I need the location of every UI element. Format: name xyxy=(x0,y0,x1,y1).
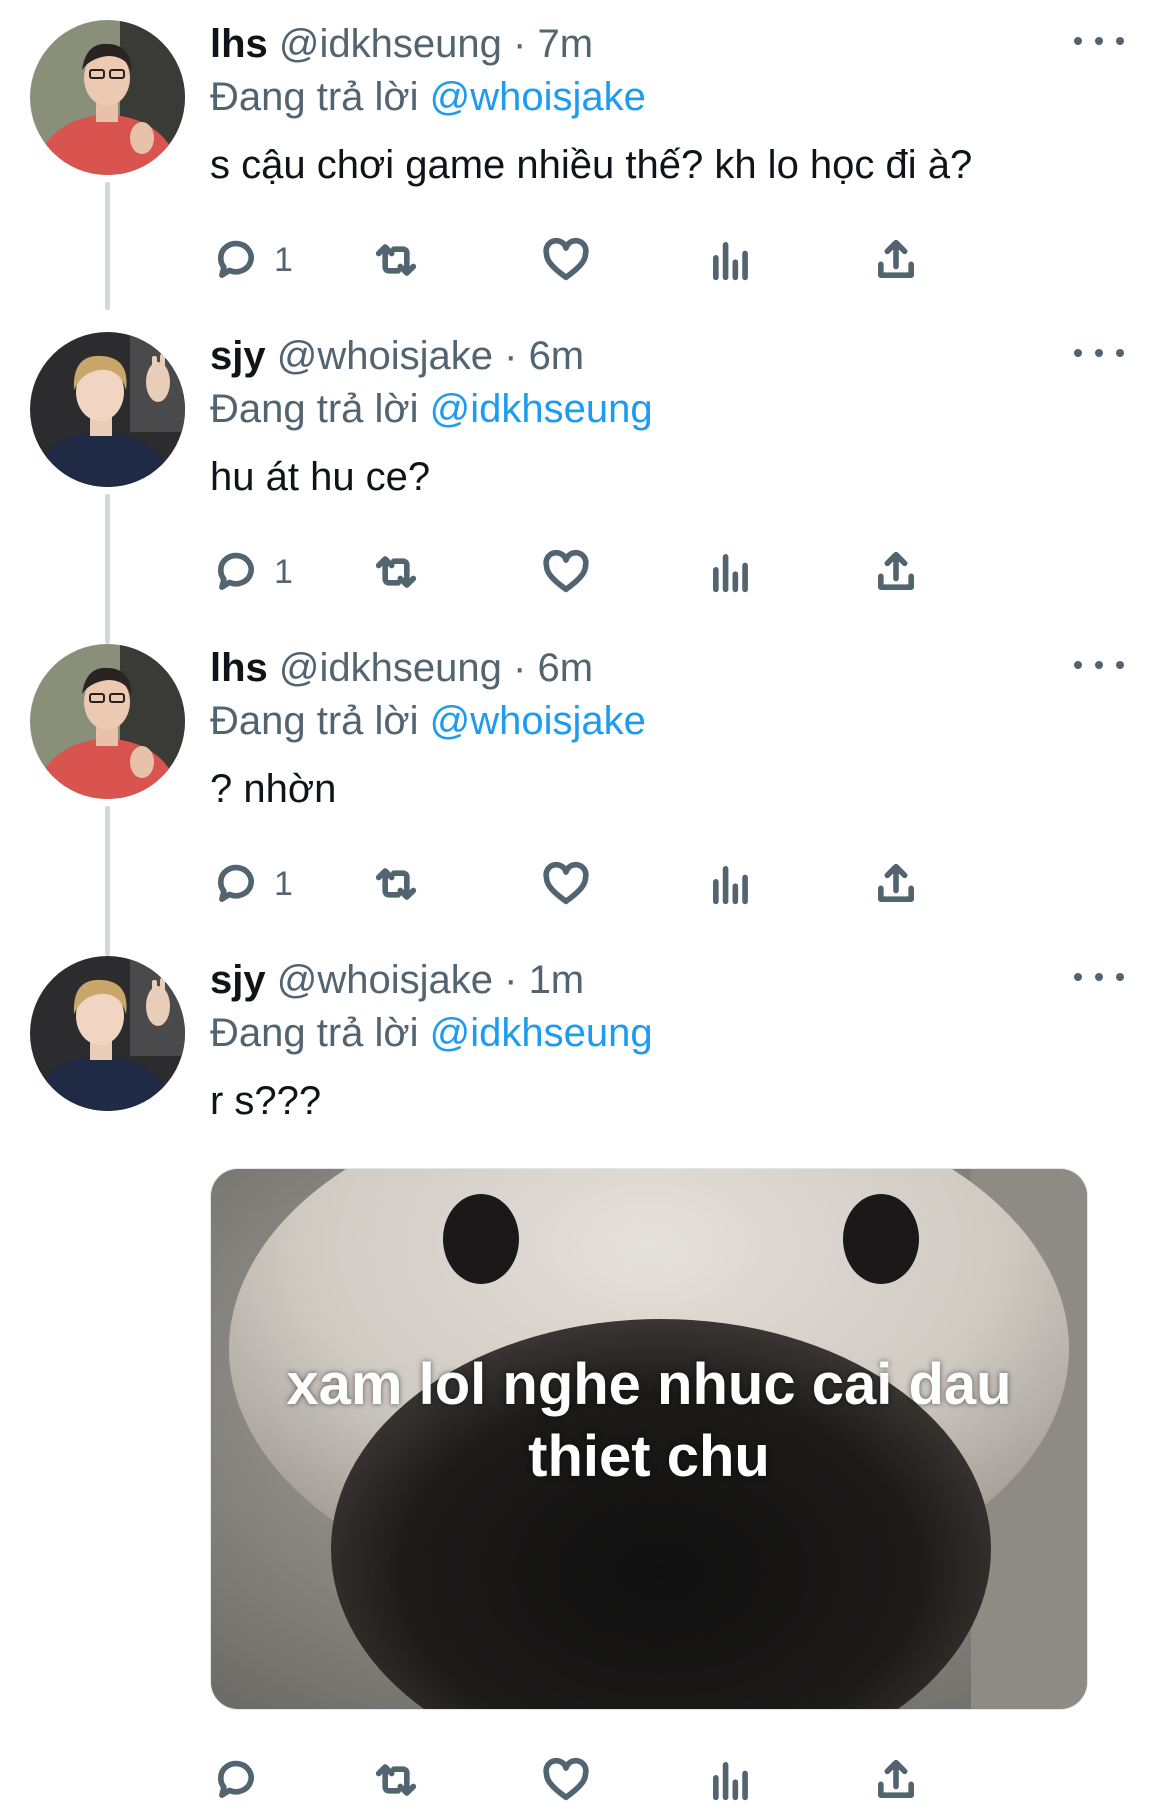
share-button[interactable] xyxy=(870,854,922,914)
share-icon xyxy=(878,1759,914,1798)
tweet-media[interactable]: xam lol nghe nhuc cai dau thiet chu xyxy=(210,1168,1088,1710)
retweet-button[interactable] xyxy=(370,230,422,290)
retweet-button[interactable] xyxy=(370,854,422,914)
mention-link[interactable]: @whoisjake xyxy=(430,75,646,119)
meme-caption-line1: xam lol nghe nhuc cai dau xyxy=(286,1352,1012,1417)
retweet-icon xyxy=(375,244,417,276)
more-icon[interactable] xyxy=(1074,338,1124,368)
replying-prefix: Đang trả lời xyxy=(210,75,419,119)
mention-link[interactable]: @idkhseung xyxy=(430,387,653,431)
replying-to: Đang trả lời @idkhseung xyxy=(210,1008,1129,1058)
replying-prefix: Đang trả lời xyxy=(210,387,419,431)
separator-dot: · xyxy=(504,958,518,1002)
replying-prefix: Đang trả lời xyxy=(210,699,419,743)
retweet-button[interactable] xyxy=(370,542,422,602)
timestamp[interactable]: 1m xyxy=(529,958,585,1002)
more-icon[interactable] xyxy=(1074,962,1124,992)
views-icon xyxy=(713,866,748,905)
reply-button[interactable]: 1 xyxy=(210,854,293,914)
reply-icon xyxy=(218,240,254,278)
more-icon[interactable] xyxy=(1074,26,1124,56)
like-icon xyxy=(543,549,589,593)
share-icon xyxy=(878,863,914,902)
thread-line xyxy=(105,806,110,956)
more-icon[interactable] xyxy=(1074,650,1124,680)
author-name[interactable]: lhs xyxy=(210,646,268,690)
author-handle[interactable]: @idkhseung xyxy=(279,646,502,690)
timestamp[interactable]: 7m xyxy=(537,22,593,66)
like-button[interactable] xyxy=(540,1750,592,1810)
action-bar: 1 xyxy=(210,854,1030,914)
avatar[interactable] xyxy=(30,644,185,799)
views-icon xyxy=(713,554,748,593)
like-icon xyxy=(543,1757,589,1801)
share-icon xyxy=(878,551,914,590)
author-name[interactable]: sjy xyxy=(210,958,266,1002)
separator-dot: · xyxy=(513,22,527,66)
mention-link[interactable]: @idkhseung xyxy=(430,1011,653,1055)
separator-dot: · xyxy=(513,646,527,690)
avatar[interactable] xyxy=(30,20,185,175)
meme-caption-line2: thiet chu xyxy=(528,1424,770,1489)
action-bar: 1 xyxy=(210,230,1030,290)
retweet-icon xyxy=(375,1764,417,1796)
share-button[interactable] xyxy=(870,542,922,602)
share-button[interactable] xyxy=(870,230,922,290)
thread-line xyxy=(105,494,110,644)
views-button[interactable] xyxy=(705,854,757,914)
tweet-text: s cậu chơi game nhiều thế? kh lo học đi … xyxy=(210,143,973,187)
action-bar: 1 xyxy=(210,542,1030,602)
reply-icon xyxy=(218,552,254,590)
like-icon xyxy=(543,861,589,905)
reply-count: 1 xyxy=(274,240,293,279)
timestamp[interactable]: 6m xyxy=(537,646,593,690)
mention-link[interactable]: @whoisjake xyxy=(430,699,646,743)
avatar[interactable] xyxy=(30,956,185,1111)
action-bar xyxy=(210,1750,1030,1810)
reply-button[interactable]: 1 xyxy=(210,230,293,290)
reply-count: 1 xyxy=(274,864,293,903)
avatar[interactable] xyxy=(30,332,185,487)
replying-to: Đang trả lời @whoisjake xyxy=(210,72,1129,122)
author-name[interactable]: sjy xyxy=(210,334,266,378)
views-button[interactable] xyxy=(705,230,757,290)
share-button[interactable] xyxy=(870,1750,922,1810)
like-button[interactable] xyxy=(540,542,592,602)
like-icon xyxy=(543,237,589,281)
reply-icon xyxy=(218,864,254,902)
replying-to: Đang trả lời @whoisjake xyxy=(210,696,1129,746)
author-handle[interactable]: @whoisjake xyxy=(277,334,493,378)
retweet-icon xyxy=(375,556,417,588)
like-button[interactable] xyxy=(540,854,592,914)
views-button[interactable] xyxy=(705,542,757,602)
tweet-text: r s??? xyxy=(210,1079,322,1123)
author-handle[interactable]: @idkhseung xyxy=(279,22,502,66)
tweet-text: ? nhờn xyxy=(210,767,337,811)
reply-button[interactable]: 1 xyxy=(210,542,293,602)
tweet-text: hu át hu ce? xyxy=(210,455,431,499)
reply-count: 1 xyxy=(274,552,293,591)
views-icon xyxy=(713,242,748,281)
separator-dot: · xyxy=(504,334,518,378)
replying-prefix: Đang trả lời xyxy=(210,1011,419,1055)
author-name[interactable]: lhs xyxy=(210,22,268,66)
retweet-button[interactable] xyxy=(370,1750,422,1810)
reply-button[interactable] xyxy=(210,1750,274,1810)
reply-icon xyxy=(218,1760,254,1798)
share-icon xyxy=(878,239,914,278)
retweet-icon xyxy=(375,868,417,900)
author-handle[interactable]: @whoisjake xyxy=(277,958,493,1002)
like-button[interactable] xyxy=(540,230,592,290)
thread-line xyxy=(105,182,110,310)
replying-to: Đang trả lời @idkhseung xyxy=(210,384,1129,434)
views-icon xyxy=(713,1762,748,1801)
views-button[interactable] xyxy=(705,1750,757,1810)
timestamp[interactable]: 6m xyxy=(529,334,585,378)
